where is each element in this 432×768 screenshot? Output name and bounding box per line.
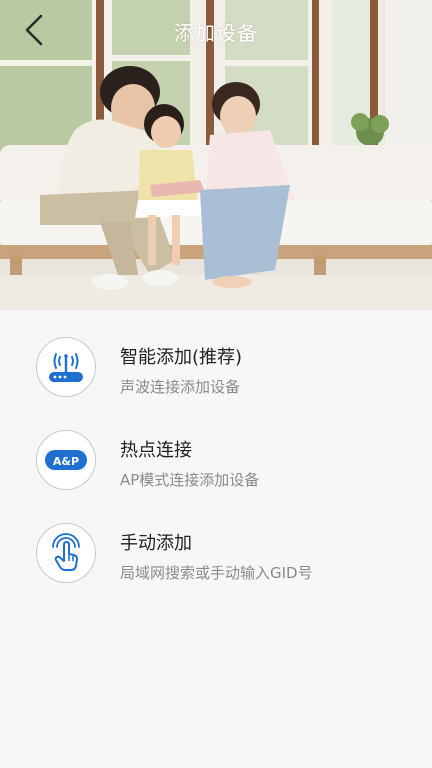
ap-badge-text: A&P xyxy=(53,455,79,468)
page-title: 添加设备 xyxy=(174,21,258,45)
option-description: 声波连接添加设备 xyxy=(120,378,241,396)
option-smart-add[interactable]: 智能添加(推荐) 声波连接添加设备 xyxy=(0,318,432,411)
tap-hand-icon xyxy=(36,523,96,583)
add-method-list: 智能添加(推荐) 声波连接添加设备 A&P 热点连接 AP模式连接添加设备 手动… xyxy=(0,310,432,589)
router-signal-icon xyxy=(36,337,96,397)
option-title: 手动添加 xyxy=(120,533,192,554)
option-description: AP模式连接添加设备 xyxy=(120,471,260,489)
option-description: 局域网搜索或手动输入GID号 xyxy=(120,564,313,582)
hero-family-image xyxy=(0,0,432,310)
add-device-screen: 添加设备 智能添加(推荐) 声波连接添加设备 A&P 热点连接 AP模式连接添加… xyxy=(0,0,432,768)
option-hotspot[interactable]: A&P 热点连接 AP模式连接添加设备 xyxy=(0,411,432,504)
option-title: 智能添加(推荐) xyxy=(120,347,243,368)
option-title: 热点连接 xyxy=(120,440,192,461)
ap-badge-icon: A&P xyxy=(36,430,96,490)
option-manual-add[interactable]: 手动添加 局域网搜索或手动输入GID号 xyxy=(0,504,432,597)
